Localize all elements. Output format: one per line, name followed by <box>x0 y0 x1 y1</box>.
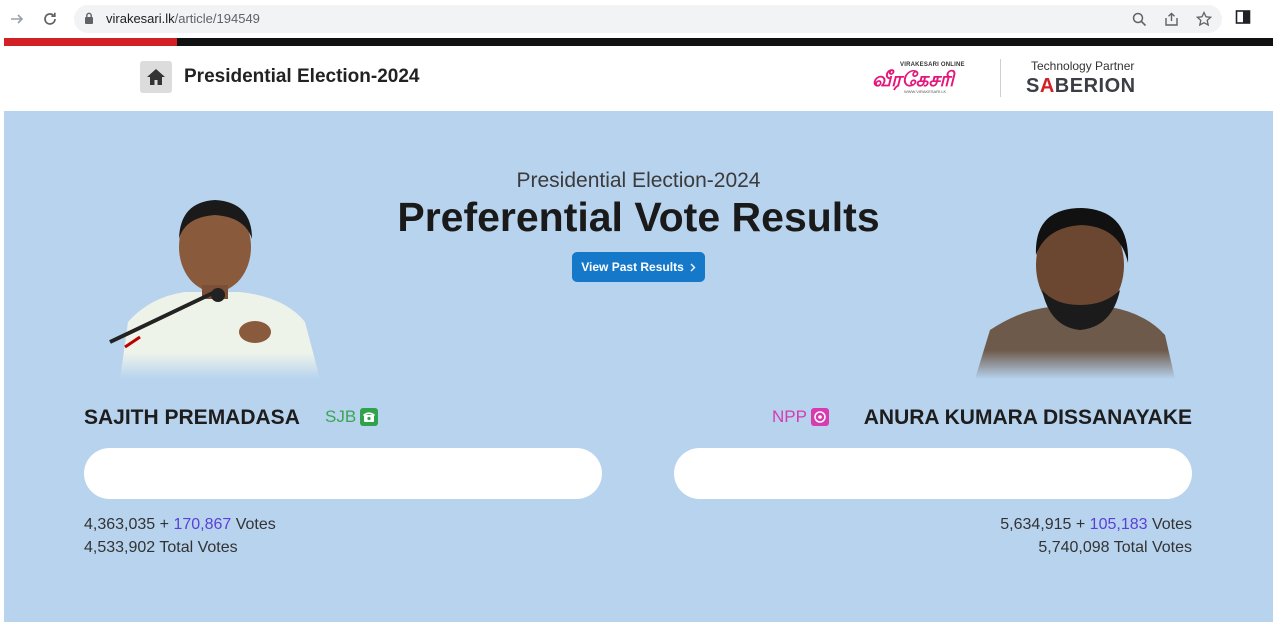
saberion-post: BERION <box>1054 75 1136 97</box>
view-past-results-button[interactable]: View Past Results <box>572 252 705 282</box>
total-votes-label: Total Votes <box>1113 539 1192 556</box>
virakesari-logo[interactable]: VIRAKESARI ONLINE வீரகேசரி WWW.VIRAKESAR… <box>872 62 972 96</box>
candidate-2-total-votes: 5,740,098 <box>1038 539 1110 556</box>
lock-icon[interactable] <box>84 12 94 30</box>
page-title: Presidential Election-2024 <box>184 66 420 87</box>
plus-sign: + <box>159 516 169 533</box>
bookmark-star-icon[interactable] <box>1195 10 1213 28</box>
chevron-right-icon <box>690 263 696 271</box>
results-panel: Presidential Election-2024 Preferential … <box>4 111 1273 622</box>
candidate-2-party: NPP <box>772 407 829 427</box>
home-icon <box>147 69 165 85</box>
candidate-2-progress-bar <box>674 448 1192 499</box>
saberion-pre: S <box>1026 75 1040 97</box>
url-path: /article/194549 <box>174 11 260 26</box>
past-results-label: View Past Results <box>581 260 684 274</box>
saberion-accent: A <box>1039 75 1055 97</box>
browser-toolbar: virakesari.lk/article/194549 <box>0 0 1277 38</box>
tech-partner-label: Technology Partner <box>1031 59 1135 73</box>
votes-label: Votes <box>1151 516 1192 533</box>
home-button[interactable] <box>140 61 172 93</box>
candidate-2-total-line: 5,740,098 Total Votes <box>1000 536 1192 559</box>
candidate-1-progress-bar <box>84 448 602 499</box>
telephone-icon <box>360 408 379 426</box>
brand-strip <box>4 38 1273 46</box>
share-icon[interactable] <box>1162 10 1180 28</box>
brand-strip-accent <box>4 38 177 46</box>
forward-arrow-icon[interactable] <box>6 8 28 30</box>
site-header: Presidential Election-2024 VIRAKESARI ON… <box>4 46 1273 111</box>
address-bar[interactable]: virakesari.lk/article/194549 <box>74 5 1222 33</box>
candidate-1-pref-votes: 170,867 <box>173 516 232 533</box>
candidate-1-party-label: SJB <box>325 407 357 426</box>
saberion-logo[interactable]: SABERION <box>1026 75 1136 98</box>
candidate-2-vote-breakdown: 5,634,915 + 105,183 Votes <box>1000 513 1192 536</box>
compass-icon <box>810 408 829 426</box>
candidate-1-total-votes: 4,533,902 <box>84 539 156 556</box>
candidate-1-party: SJB <box>325 407 379 427</box>
total-votes-label: Total Votes <box>159 539 238 556</box>
candidate-1-portrait <box>109 200 320 379</box>
logo-url-text: WWW.VIRAKESARI.LK <box>904 89 947 94</box>
candidate-1-vote-breakdown: 4,363,035 + 170,867 Votes <box>84 513 276 536</box>
hero-subtitle: Presidential Election-2024 <box>516 169 761 192</box>
candidate-1-votes: 4,363,035 + 170,867 Votes 4,533,902 Tota… <box>84 513 276 559</box>
candidate-2-votes: 5,634,915 + 105,183 Votes 5,740,098 Tota… <box>1000 513 1192 559</box>
header-divider <box>1000 59 1001 97</box>
zoom-icon[interactable] <box>1130 10 1148 28</box>
candidate-1-total-line: 4,533,902 Total Votes <box>84 536 276 559</box>
candidate-1-name: SAJITH PREMADASA <box>84 406 300 429</box>
candidate-2-portrait <box>975 208 1175 379</box>
votes-label: Votes <box>235 516 276 533</box>
candidate-2-pref-votes: 105,183 <box>1089 516 1148 533</box>
side-panel-icon[interactable] <box>1235 9 1253 27</box>
candidate-1-base-votes: 4,363,035 <box>84 516 156 533</box>
candidate-2-name: ANURA KUMARA DISSANAYAKE <box>863 406 1192 429</box>
url-text: virakesari.lk/article/194549 <box>106 11 260 26</box>
plus-sign: + <box>1075 516 1086 533</box>
candidate-2-party-label: NPP <box>772 407 807 426</box>
url-host: virakesari.lk <box>106 11 175 26</box>
candidate-2-base-votes: 5,634,915 <box>1000 516 1072 533</box>
reload-icon[interactable] <box>39 8 61 30</box>
